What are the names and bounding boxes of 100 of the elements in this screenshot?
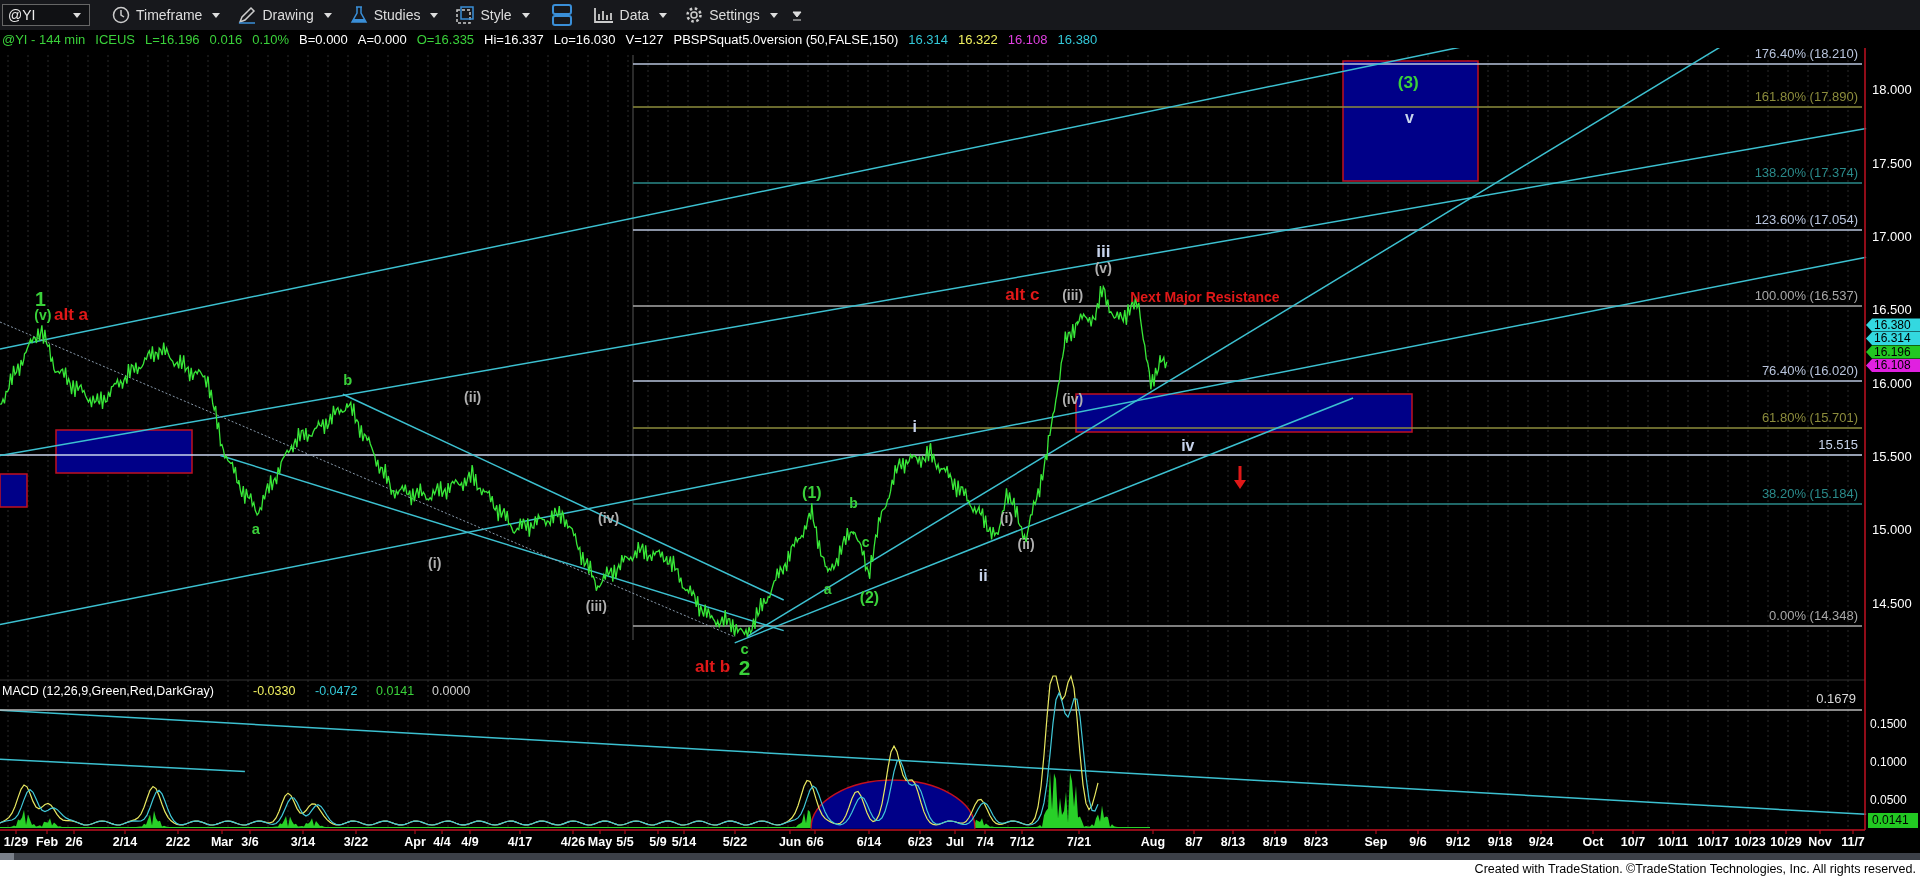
studies-menu-button[interactable]: Studies	[343, 2, 445, 28]
macd-legend-value: -0.0472	[315, 684, 358, 699]
clock-icon	[112, 6, 130, 24]
copyright-text: Created with TradeStation. ©TradeStation Technologies, Inc. All rights reserved.	[1474, 862, 1916, 876]
date-axis-label: 10/11	[1657, 835, 1689, 850]
caret-icon	[769, 12, 778, 18]
macd-axis-label: 0.1500	[1870, 717, 1907, 732]
data-menu-button[interactable]: Data	[587, 2, 674, 28]
date-axis-label: 2/22	[165, 835, 191, 850]
date-axis-label: Apr	[404, 835, 426, 850]
scrollbar[interactable]	[0, 853, 1920, 860]
date-axis-label: 7/4	[976, 835, 994, 850]
price-axis-label: 14.500	[1872, 595, 1912, 611]
date-axis-label: 6/23	[907, 835, 933, 850]
price-axis-label: 17.500	[1872, 155, 1912, 171]
dashed-square-icon	[456, 6, 475, 24]
wave-label: (v)	[1094, 260, 1112, 277]
macd-legend-value: 0.0000	[432, 684, 471, 699]
gear-icon	[685, 6, 704, 24]
date-axis-label: 9/18	[1487, 835, 1513, 850]
fibonacci-label: 138.20% (17.374)	[1754, 165, 1858, 180]
price-axis-label: 16.500	[1872, 302, 1912, 318]
quote-value: B=0.000	[299, 31, 348, 47]
quote-value: 0.016	[209, 31, 243, 47]
fibonacci-label: 15.515	[1818, 437, 1858, 452]
price-axis-label: 16.000	[1872, 375, 1912, 391]
caret-icon	[430, 12, 439, 18]
wave-label: v	[1404, 109, 1414, 126]
price-tag: 16.314	[1866, 331, 1920, 346]
date-axis-label: 7/12	[1009, 835, 1035, 850]
wave-label: (ii)	[464, 388, 482, 405]
wave-label: alt a	[53, 304, 89, 325]
date-axis-label: 3/6	[241, 835, 259, 850]
price-axis-label: 18.000	[1872, 82, 1912, 98]
fibonacci-label: 161.80% (17.890)	[1754, 89, 1858, 104]
date-axis-label: 8/19	[1262, 835, 1288, 850]
date-axis-label: May	[587, 835, 613, 850]
overflow-menu-icon[interactable]	[791, 9, 802, 21]
wave-label: (1)	[802, 483, 822, 501]
wave-label: Next Major Resistance	[1130, 289, 1280, 306]
drawing-menu-button[interactable]: Drawing	[232, 2, 338, 28]
wave-label: c	[740, 641, 749, 658]
fibonacci-label: 61.80% (15.701)	[1761, 410, 1858, 425]
fibonacci-label: 38.20% (15.184)	[1761, 486, 1858, 501]
date-axis-label: 5/9	[649, 835, 667, 850]
fibonacci-label: 123.60% (17.054)	[1754, 212, 1858, 227]
flask-icon	[349, 6, 368, 24]
wave-label: alt c	[1005, 283, 1040, 304]
quote-value: @YI - 144 min	[2, 31, 86, 47]
macd-value-tag: 0.0141	[1868, 813, 1918, 828]
fibonacci-label: 76.40% (16.020)	[1761, 363, 1858, 378]
caret-icon	[659, 12, 668, 18]
date-axis-label: 4/9	[461, 835, 479, 850]
date-axis-label: 10/29	[1770, 835, 1802, 850]
caret-icon	[212, 12, 221, 18]
date-axis-label: 3/14	[290, 835, 316, 850]
support-zone	[0, 473, 28, 508]
settings-menu-button[interactable]: Settings	[679, 2, 784, 28]
quote-value: V=127	[625, 31, 664, 47]
timeframe-menu-button[interactable]: Timeframe	[106, 2, 227, 28]
quote-value: 0.10%	[252, 31, 290, 47]
date-axis-label: Feb	[35, 835, 59, 850]
quote-value: 16.314	[908, 31, 949, 47]
down-arrow-icon	[1234, 466, 1246, 489]
wave-label: i	[912, 417, 917, 435]
date-axis-label: 4/17	[507, 835, 533, 850]
fibonacci-label: 176.40% (18.210)	[1754, 48, 1858, 61]
price-axis-label: 15.500	[1872, 448, 1912, 464]
date-axis-label: 8/23	[1303, 835, 1329, 850]
date-axis-label: 2/14	[112, 835, 138, 850]
caret-icon	[323, 12, 332, 18]
wave-label: iii	[1096, 240, 1111, 261]
fibonacci-label: 0.00% (14.348)	[1769, 608, 1858, 623]
date-axis-label: Oct	[1582, 835, 1604, 850]
price-axis-label: 17.000	[1872, 229, 1912, 245]
quote-value: 16.380	[1057, 31, 1098, 47]
wave-label: (2)	[859, 589, 880, 606]
date-axis-label: Mar	[210, 835, 234, 850]
date-axis-label: 8/13	[1220, 835, 1246, 850]
date-axis-label: 6/6	[806, 835, 824, 850]
caret-icon	[73, 12, 81, 18]
date-axis-label: 9/24	[1528, 835, 1554, 850]
layout-icon[interactable]	[551, 4, 572, 26]
price-tag: 16.108	[1866, 358, 1920, 373]
date-axis-label: 5/22	[722, 835, 748, 850]
date-axis-label: 5/14	[671, 835, 697, 850]
macd-legend-value: 0.0141	[376, 684, 415, 699]
macd-legend-value: MACD (12,26,9,Green,Red,DarkGray)	[2, 684, 214, 699]
quote-value: Hi=16.337	[484, 31, 544, 47]
macd-legend-value: -0.0330	[253, 684, 296, 699]
fibonacci-label: 100.00% (16.537)	[1754, 288, 1858, 303]
wave-label: (i)	[428, 555, 442, 572]
macd-axis-label: 0.1000	[1870, 755, 1907, 770]
pen-icon	[238, 6, 257, 24]
symbol-dropdown[interactable]: @YI	[2, 4, 90, 26]
quote-value: L=16.196	[145, 31, 200, 47]
style-menu-button[interactable]: Style	[450, 2, 536, 28]
date-axis-label: 9/6	[1409, 835, 1427, 850]
price-axis-label: 15.000	[1872, 522, 1912, 538]
quote-value: O=16.335	[416, 31, 475, 47]
